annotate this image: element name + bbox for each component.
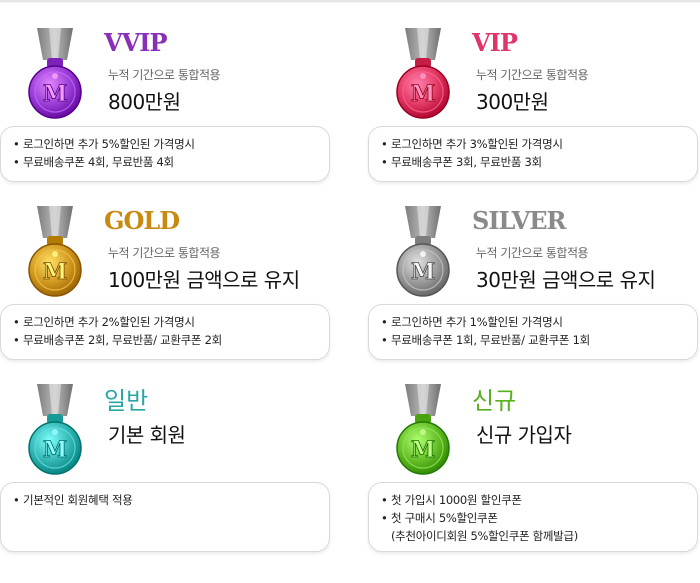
tier-amount: 30만원 금액으로 유지 — [476, 268, 656, 292]
benefit-item: • 로그인하면 추가 1%할인된 가격명시 — [381, 315, 563, 329]
svg-text:M: M — [43, 81, 67, 107]
tier-amount: 800만원 — [108, 90, 181, 114]
gold-medal-icon: M — [25, 206, 85, 301]
benefit-item: • 로그인하면 추가 5%할인된 가격명시 — [13, 137, 195, 151]
benefit-item: • 첫 가입시 1000원 할인쿠폰 — [381, 493, 522, 507]
benefit-item: • 무료배송쿠폰 3회, 무료반품 3회 — [381, 155, 542, 169]
tier-gold: M GOLD 누적 기간으로 통합적용 100만원 금액으로 유지 • 로그인하면… — [0, 178, 340, 363]
benefit-note: (추천아이디회원 5%할인쿠폰 함께발급) — [391, 529, 578, 543]
benefit-item: • 기본적인 회원혜택 적용 — [13, 493, 133, 507]
tier-amount: 기본 회원 — [108, 423, 186, 447]
silver-medal-icon: M — [393, 206, 453, 301]
benefit-item: • 로그인하면 추가 2%할인된 가격명시 — [13, 315, 195, 329]
benefit-item: • 무료배송쿠폰 2회, 무료반품/ 교환쿠폰 2회 — [13, 333, 222, 347]
general-medal-icon: M — [25, 384, 85, 479]
benefit-box: • 첫 가입시 1000원 할인쿠폰 • 첫 구매시 5%할인쿠폰 (추천아이디회원… — [368, 482, 698, 552]
new-medal-icon: M — [393, 384, 453, 479]
svg-text:M: M — [43, 437, 67, 463]
benefit-item: • 첫 구매시 5%할인쿠폰 — [381, 511, 498, 525]
benefit-box: • 로그인하면 추가 5%할인된 가격명시 • 무료배송쿠폰 4회, 무료반품 4회 — [0, 126, 330, 182]
svg-text:M: M — [43, 259, 67, 285]
vvip-medal-icon: M — [25, 28, 85, 123]
svg-text:M: M — [411, 81, 435, 107]
tier-vip: M VIP 누적 기간으로 통합적용 300만원 • 로그인하면 추가 3%할인된… — [368, 0, 700, 185]
benefit-box: • 로그인하면 추가 3%할인된 가격명시 • 무료배송쿠폰 3회, 무료반품 3회 — [368, 126, 698, 182]
tier-name: VIP — [472, 28, 518, 57]
benefit-item: • 로그인하면 추가 3%할인된 가격명시 — [381, 137, 563, 151]
tier-name: 일반 — [104, 387, 149, 415]
tier-name: GOLD — [104, 206, 180, 235]
tier-subtitle: 누적 기간으로 통합적용 — [476, 68, 589, 82]
tier-subtitle: 누적 기간으로 통합적용 — [476, 246, 589, 260]
benefit-item: • 무료배송쿠폰 1회, 무료반품/ 교환쿠폰 1회 — [381, 333, 590, 347]
benefit-box: • 로그인하면 추가 1%할인된 가격명시 • 무료배송쿠폰 1회, 무료반품/ 교… — [368, 304, 698, 360]
benefit-item: • 무료배송쿠폰 4회, 무료반품 4회 — [13, 155, 174, 169]
tier-name: SILVER — [472, 206, 566, 235]
tier-subtitle: 누적 기간으로 통합적용 — [108, 68, 221, 82]
tier-amount: 300만원 — [476, 90, 549, 114]
svg-text:M: M — [411, 437, 435, 463]
tier-name: VVIP — [104, 28, 168, 57]
tier-vvip: M VVIP 누적 기간으로 통합적용 800만원 • 로그인하면 추가 5%할인… — [0, 0, 340, 185]
tier-subtitle: 누적 기간으로 통합적용 — [108, 246, 221, 260]
benefit-box: • 기본적인 회원혜택 적용 — [0, 482, 330, 552]
tier-amount: 100만원 금액으로 유지 — [108, 268, 300, 292]
benefit-box: • 로그인하면 추가 2%할인된 가격명시 • 무료배송쿠폰 2회, 무료반품/ 교… — [0, 304, 330, 360]
tier-general: M 일반 기본 회원 • 기본적인 회원혜택 적용 — [0, 356, 340, 552]
tier-silver: M SILVER 누적 기간으로 통합적용 30만원 금액으로 유지 • 로그인하… — [368, 178, 700, 363]
svg-text:M: M — [411, 259, 435, 285]
vip-medal-icon: M — [393, 28, 453, 123]
tier-new: M 신규 신규 가입자 • 첫 가입시 1000원 할인쿠폰 • 첫 구매시 5%할… — [368, 356, 700, 552]
tier-name: 신규 — [472, 387, 517, 415]
tier-amount: 신규 가입자 — [476, 423, 572, 447]
